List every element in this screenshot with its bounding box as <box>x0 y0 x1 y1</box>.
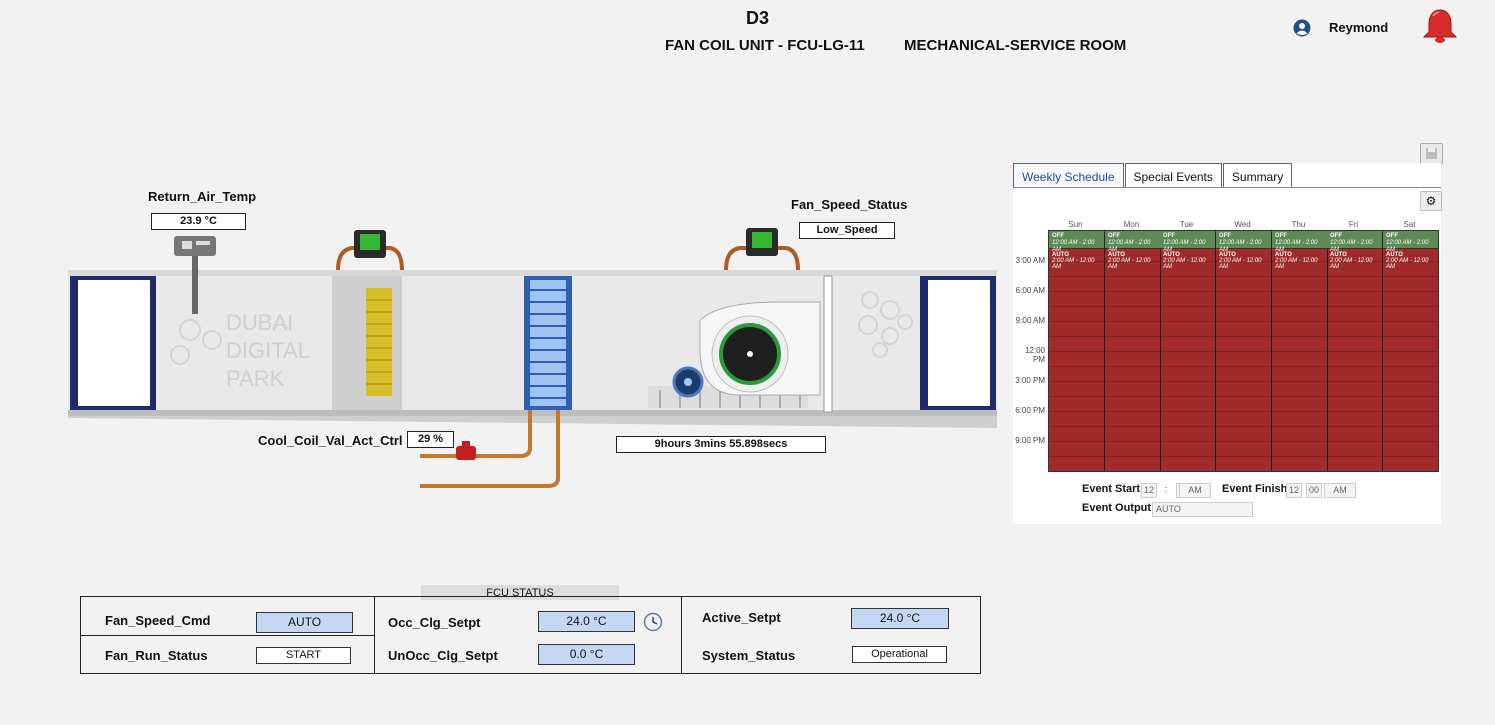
off-block[interactable]: OFF 12:00 AM - 2:00 AM <box>1327 231 1382 253</box>
time-label: 9:00 AM <box>1015 316 1045 325</box>
fan-run-status-value: START <box>256 647 351 664</box>
run-hours-value: 9hours 3mins 55.898secs <box>616 436 826 453</box>
fan-speed-cmd-value[interactable]: AUTO <box>256 612 353 633</box>
fan-speed-cmd-label: Fan_Speed_Cmd <box>105 613 211 628</box>
day-header-sun: Sun <box>1068 220 1083 229</box>
fcu-status-table: Fan_Speed_Cmd AUTO Fan_Run_Status START … <box>80 596 981 674</box>
weekly-scheduler: Weekly Schedule Special Events Summary ⚙… <box>1013 163 1442 524</box>
time-label: 12:00 PM <box>1024 346 1045 364</box>
active-setpt-value: 24.0 °C <box>851 608 949 629</box>
off-block[interactable]: OFF 12:00 AM - 2:00 AM <box>1160 231 1215 253</box>
event-output-select[interactable]: AUTO <box>1152 502 1253 517</box>
occ-clg-setpt-value[interactable]: 24.0 °C <box>538 611 635 632</box>
auto-block[interactable]: AUTO 2:00 AM - 12:00 AM <box>1105 250 1160 270</box>
tab-divider <box>1013 187 1441 188</box>
active-setpt-label: Active_Setpt <box>702 610 781 625</box>
unit-name: FAN COIL UNIT - FCU-LG-11 <box>665 37 865 54</box>
occ-clg-setpt-label: Occ_Clg_Setpt <box>388 615 481 630</box>
cool-coil-valve-value: 29 % <box>407 431 454 448</box>
time-label: 3:00 PM <box>1015 376 1045 385</box>
day-header-thu: Thu <box>1291 220 1306 229</box>
tab-special-events[interactable]: Special Events <box>1124 163 1222 188</box>
day-column-sat[interactable]: OFF 12:00 AM - 2:00 AM AUTO 2:00 AM - 12:0… <box>1383 231 1438 471</box>
system-status-label: System_Status <box>702 648 796 663</box>
cool-coil-valve-label: Cool_Coil_Val_Act_Ctrl <box>258 433 403 448</box>
unocc-clg-setpt-value[interactable]: 0.0 °C <box>538 644 635 665</box>
fan-run-status-label: Fan_Run_Status <box>105 648 208 663</box>
schedule-grid[interactable]: OFF 12:00 AM - 2:00 AM AUTO 2:00 AM - 12:0… <box>1048 230 1439 472</box>
system-status-value: Operational <box>852 646 947 663</box>
event-finish-label: Event Finish <box>1222 483 1288 495</box>
auto-block[interactable]: AUTO 2:00 AM - 12:00 AM <box>1160 250 1215 270</box>
time-label: 6:00 PM <box>1015 406 1045 415</box>
auto-block[interactable]: AUTO 2:00 AM - 12:00 AM <box>1327 250 1382 270</box>
save-icon[interactable] <box>1420 143 1443 164</box>
fan-speed-status-value: Low_Speed <box>799 222 895 239</box>
gear-icon[interactable]: ⚙ <box>1420 191 1442 211</box>
tab-weekly-schedule[interactable]: Weekly Schedule <box>1013 163 1124 188</box>
time-label: 3:00 AM <box>1015 256 1045 265</box>
location-name: MECHANICAL-SERVICE ROOM <box>904 37 1127 54</box>
event-start-ampm-select[interactable]: AM <box>1179 483 1211 498</box>
day-column-fri[interactable]: OFF 12:00 AM - 2:00 AM AUTO 2:00 AM - 12:0… <box>1327 231 1383 471</box>
day-column-mon[interactable]: OFF 12:00 AM - 2:00 AM AUTO 2:00 AM - 12:0… <box>1105 231 1161 471</box>
time-label: 6:00 AM <box>1015 286 1045 295</box>
off-block[interactable]: OFF 12:00 AM - 2:00 AM <box>1105 231 1160 253</box>
tab-summary[interactable]: Summary <box>1222 163 1293 188</box>
auto-block[interactable]: AUTO 2:00 AM - 12:00 AM <box>1383 250 1438 270</box>
clock-icon[interactable] <box>643 612 663 632</box>
auto-block[interactable]: AUTO 2:00 AM - 12:00 AM <box>1216 250 1271 270</box>
day-header-sat: Sat <box>1403 220 1416 229</box>
page-title: D3 <box>745 8 769 28</box>
day-column-thu[interactable]: OFF 12:00 AM - 2:00 AM AUTO 2:00 AM - 12:0… <box>1272 231 1328 471</box>
user-circle-icon[interactable] <box>1293 19 1311 37</box>
fcu-diagram: DUBAI DIGITAL PARK <box>68 228 997 488</box>
day-header-fri: Fri <box>1348 220 1359 229</box>
off-block[interactable]: OFF 12:00 AM - 2:00 AM <box>1216 231 1271 253</box>
off-block[interactable]: OFF 12:00 AM - 2:00 AM <box>1049 231 1104 253</box>
watermark-line-3: PARK <box>226 366 285 391</box>
event-finish-ampm-select[interactable]: AM <box>1324 483 1356 498</box>
unocc-clg-setpt-label: UnOcc_Clg_Setpt <box>388 648 498 663</box>
day-column-sun[interactable]: OFF 12:00 AM - 2:00 AM AUTO 2:00 AM - 12:0… <box>1049 231 1105 471</box>
event-start-hour[interactable]: 12 <box>1141 483 1157 498</box>
day-header-wed: Wed <box>1234 220 1251 229</box>
return-air-temp-value: 23.9 °C <box>151 213 246 230</box>
watermark-line-2: DIGITAL <box>226 338 310 363</box>
off-block[interactable]: OFF 12:00 AM - 2:00 AM <box>1383 231 1438 253</box>
auto-block[interactable]: AUTO 2:00 AM - 12:00 AM <box>1272 250 1327 270</box>
event-start-label: Event Start <box>1082 483 1141 495</box>
return-air-temp-label: Return_Air_Temp <box>148 189 257 204</box>
event-output-label: Event Output <box>1082 502 1152 514</box>
user-name[interactable]: Reymond <box>1329 20 1388 35</box>
day-header-mon: Mon <box>1123 220 1140 229</box>
alarm-bell-icon[interactable] <box>1421 8 1459 44</box>
off-block[interactable]: OFF 12:00 AM - 2:00 AM <box>1272 231 1327 253</box>
day-column-tue[interactable]: OFF 12:00 AM - 2:00 AM AUTO 2:00 AM - 12:0… <box>1160 231 1216 471</box>
day-column-wed[interactable]: OFF 12:00 AM - 2:00 AM AUTO 2:00 AM - 12:0… <box>1216 231 1272 471</box>
fan-speed-status-label: Fan_Speed_Status <box>791 197 908 212</box>
event-finish-minute[interactable]: 00 <box>1306 483 1322 498</box>
watermark-line-1: DUBAI <box>226 310 293 335</box>
time-label: 9:00 PM <box>1015 436 1045 445</box>
event-finish-hour[interactable]: 12 <box>1286 483 1302 498</box>
auto-block[interactable]: AUTO 2:00 AM - 12:00 AM <box>1049 250 1104 270</box>
day-header-tue: Tue <box>1179 220 1194 229</box>
